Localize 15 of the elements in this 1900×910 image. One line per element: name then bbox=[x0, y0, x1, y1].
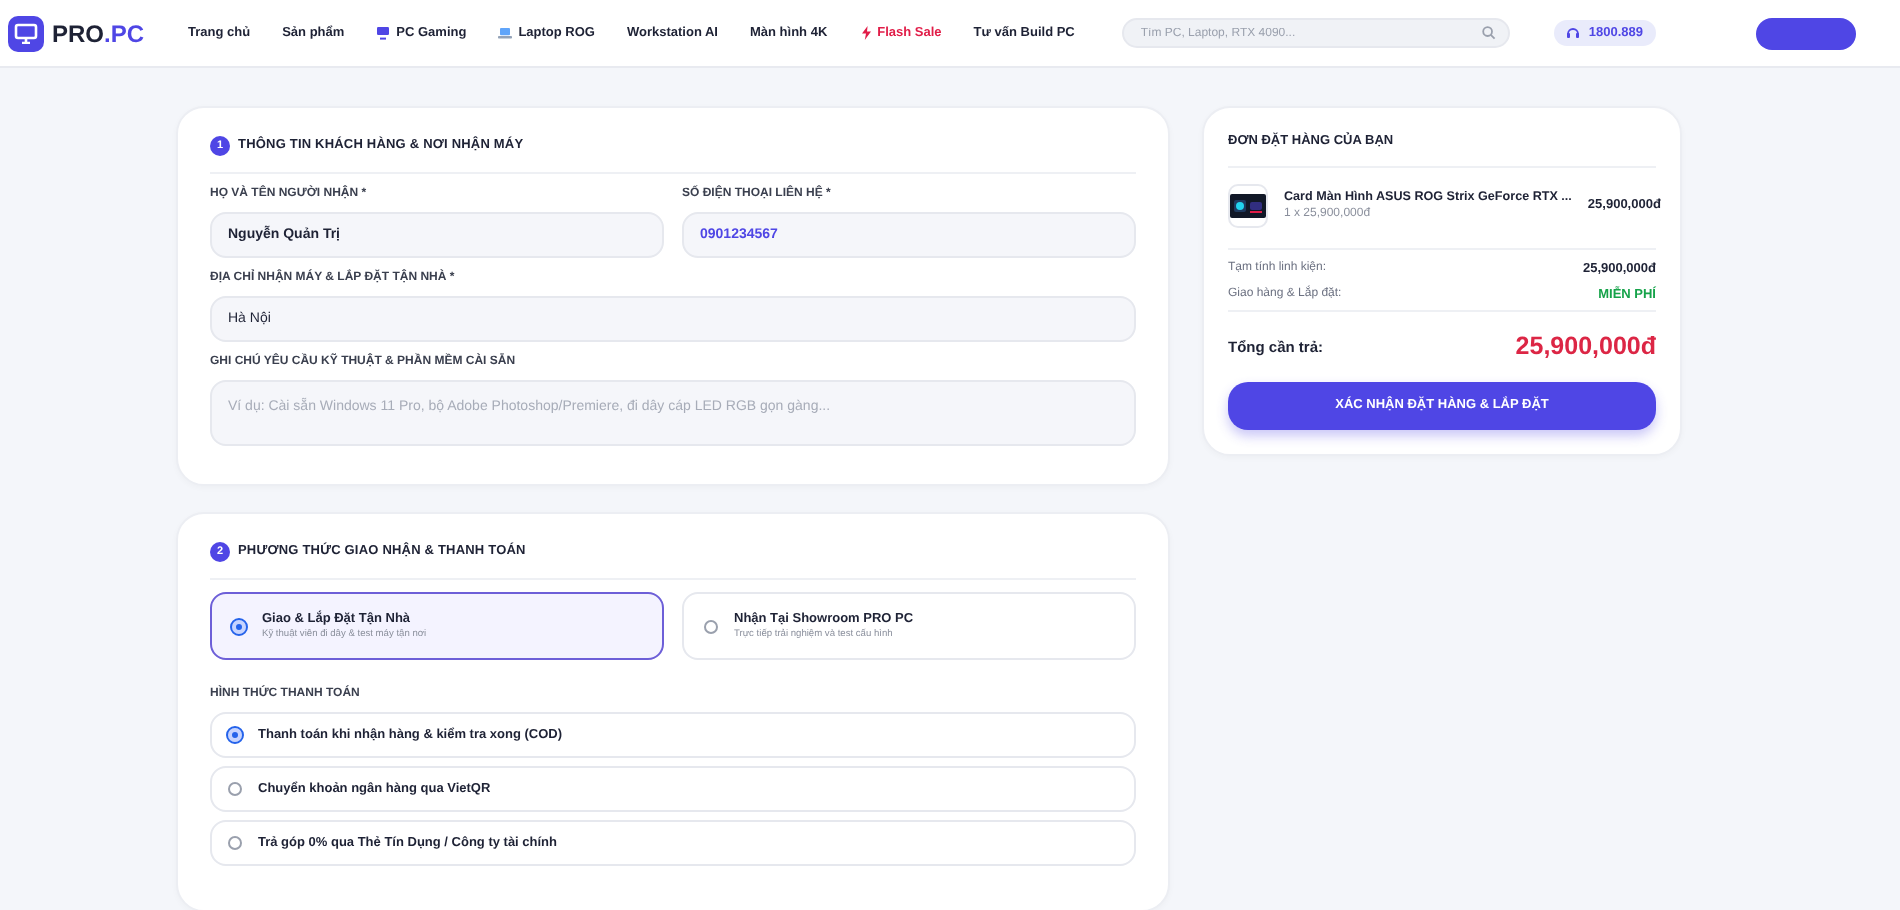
logo-text[interactable]: PRO.PC bbox=[52, 15, 145, 51]
lightning-icon bbox=[859, 26, 872, 40]
monitor-icon bbox=[14, 22, 38, 44]
laptop-icon bbox=[498, 26, 513, 40]
radio-button[interactable] bbox=[704, 619, 718, 633]
radio-button[interactable] bbox=[228, 782, 242, 796]
radio-button[interactable] bbox=[228, 836, 242, 850]
monitor-icon bbox=[376, 26, 391, 40]
cart-button[interactable] bbox=[1756, 17, 1856, 49]
search-icon[interactable] bbox=[1482, 26, 1497, 40]
radio-button[interactable] bbox=[228, 728, 242, 742]
logo-icon[interactable] bbox=[8, 15, 44, 51]
total-amount: 25,900,000đ bbox=[1515, 330, 1656, 365]
radio-button[interactable] bbox=[232, 619, 246, 633]
headset-icon bbox=[1566, 26, 1581, 40]
